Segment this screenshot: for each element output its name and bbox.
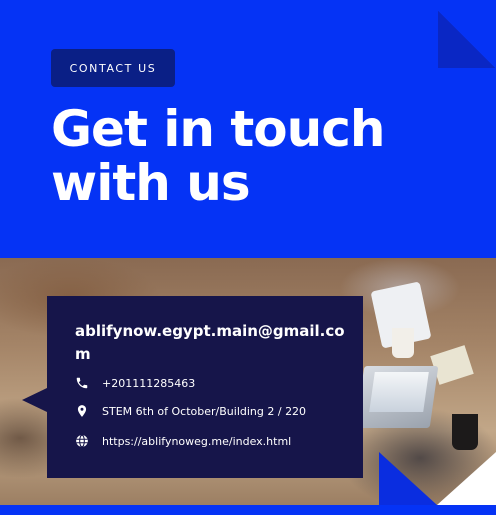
phone-number: +201111285463: [102, 376, 196, 390]
contact-card: ablifynow.egypt.main@gmail.com +20111128…: [47, 296, 363, 478]
laptop-screen-image: [369, 372, 429, 412]
globe-icon: [75, 434, 89, 448]
contact-us-badge: CONTACT US: [51, 49, 175, 87]
location-pin-icon: [75, 404, 89, 418]
dark-cup-image: [452, 414, 478, 450]
paper-image: [430, 345, 474, 385]
address-row: STEM 6th of October/Building 2 / 220: [75, 404, 306, 418]
website-link[interactable]: https://ablifynoweg.me/index.html: [102, 435, 291, 448]
hero-section: CONTACT US Get in touch with us: [0, 0, 496, 258]
coffee-cup-image: [392, 328, 414, 358]
page-title: Get in touch with us: [51, 100, 385, 212]
title-line-1: Get in touch: [51, 100, 385, 158]
phone-row[interactable]: +201111285463: [75, 376, 195, 390]
title-line-2: with us: [51, 154, 251, 212]
website-row[interactable]: https://ablifynoweg.me/index.html: [75, 434, 291, 448]
corner-decoration-white: [437, 452, 496, 505]
address-text: STEM 6th of October/Building 2 / 220: [102, 404, 307, 418]
phone-icon: [75, 376, 89, 390]
card-pointer: [22, 388, 47, 412]
corner-decoration-top-right: [438, 11, 496, 68]
email-link[interactable]: ablifynow.egypt.main@gmail.com: [75, 320, 347, 366]
corner-decoration-blue: [379, 452, 437, 505]
bottom-strip: [0, 505, 496, 515]
